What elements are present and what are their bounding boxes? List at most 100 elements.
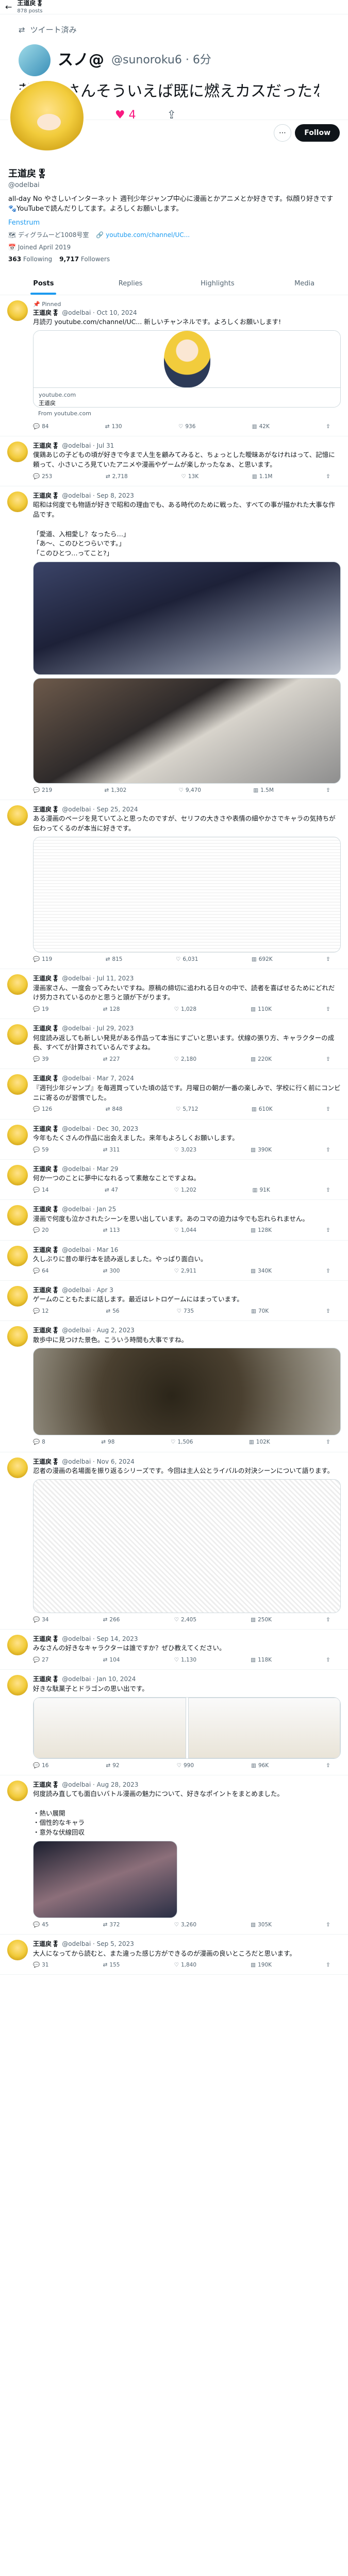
avatar[interactable] [7,1780,28,1801]
avatar[interactable] [7,1245,28,1266]
avatar[interactable] [7,1635,28,1656]
reply-button[interactable]: 💬 64 [33,1267,48,1275]
reply-button[interactable]: 💬 126 [33,1106,52,1113]
avatar[interactable] [7,1124,28,1145]
like-button[interactable]: ♡ 1,130 [174,1656,196,1664]
retweet-button[interactable]: ⇄ 848 [106,1106,123,1113]
profile-link[interactable]: Fenstrum [8,219,40,227]
share-button[interactable]: ⇪ [326,1762,330,1770]
tweet[interactable]: 王道戻🎖 @odelbai · Mar 16 久しぶりに昔の単行本を読み返しまし… [0,1241,348,1281]
share-button[interactable]: ⇪ [326,1921,330,1929]
reply-button[interactable]: 💬 59 [33,1146,48,1154]
avatar[interactable] [7,1457,28,1478]
views-button[interactable]: ▥ 91K [253,1187,270,1194]
tweet-image[interactable] [33,836,341,953]
reply-button[interactable]: 💬 253 [33,473,52,481]
share-button[interactable]: ⇪ [326,1267,330,1275]
tweet[interactable]: 王道戻🎖 @odelbai · Aug 2, 2023 散歩中に見つけた景色。こ… [0,1321,348,1452]
reply-button[interactable]: 💬 45 [33,1921,48,1929]
more-menu-icon[interactable]: ⋯ [274,124,291,142]
share-button[interactable]: ⇪ [326,1227,330,1234]
tweet[interactable]: 王道戻🎖 @odelbai · Apr 3 ゲームのこともたまに話します。最近は… [0,1281,348,1321]
views-button[interactable]: ▥ 128K [251,1227,272,1234]
avatar[interactable] [7,1940,28,1961]
embedded-avatar[interactable] [19,44,51,76]
tweet[interactable]: 王道戻🎖 @odelbai · Jan 25 漫画で何度も泣かされたシーンを思い… [0,1200,348,1241]
tweet-author[interactable]: 王道戻🎖 [33,1326,59,1335]
like-button[interactable]: ♡ 13K [181,473,198,481]
tweet-image[interactable] [33,561,341,675]
tweet-image[interactable] [33,1348,341,1436]
tweet-author[interactable]: 王道戻🎖 [33,974,59,983]
share-button[interactable]: ⇪ [326,423,330,431]
tweet[interactable]: 王道戻🎖 @odelbai · Sep 25, 2024 ある漫画のページを見て… [0,800,348,970]
profile-avatar[interactable] [8,79,86,156]
tweet-image[interactable] [188,1697,340,1758]
like-button[interactable]: ♡ 1,506 [171,1438,193,1446]
views-button[interactable]: ▥ 1.1M [252,473,273,481]
tweet[interactable]: 王道戻🎖 @odelbai · Jul 31 僕鶏あじの子どもの頃が好きで今まで… [0,436,348,486]
tweet-author[interactable]: 王道戻🎖 [33,805,59,814]
tweet-author[interactable]: 王道戻🎖 [33,309,59,317]
share-button[interactable]: ⇪ [326,1056,330,1063]
like-button[interactable]: ♡ 2,405 [174,1616,196,1624]
reply-button[interactable]: 💬 27 [33,1656,48,1664]
like-button[interactable]: ♡ 2,180 [174,1056,196,1063]
retweet-button[interactable]: ⇄ 227 [103,1056,120,1063]
like-button[interactable]: ♡ 5,712 [176,1106,198,1113]
reply-button[interactable]: 💬 119 [33,956,52,963]
reply-button[interactable]: 💬 19 [33,1006,48,1013]
views-button[interactable]: ▥ 96K [251,1762,269,1770]
profile-website[interactable]: 🔗 youtube.com/channel/UC... [96,231,190,240]
tweet-author[interactable]: 王道戻🎖 [33,1940,59,1948]
tab-posts[interactable]: Posts [0,273,87,295]
embedded-like[interactable]: ♥ 4 [115,107,136,120]
retweet-button[interactable]: ⇄ 113 [103,1227,120,1234]
tweet-author[interactable]: 王道戻🎖 [33,1074,59,1083]
tweet[interactable]: 王道戻🎖 @odelbai · Aug 28, 2023 何度読み直しても面白い… [0,1775,348,1935]
tweet[interactable]: 王道戻🎖 @odelbai · Dec 30, 2023 今年もたくさんの作品に… [0,1120,348,1160]
share-button[interactable]: ⇪ [326,1308,330,1315]
retweet-button[interactable]: ⇄ 815 [106,956,123,963]
reply-button[interactable]: 💬 39 [33,1056,48,1063]
like-button[interactable]: ♡ 6,031 [176,956,198,963]
retweet-button[interactable]: ⇄ 155 [103,1961,120,1969]
views-button[interactable]: ▥ 1.5M [253,787,274,794]
like-button[interactable]: ♡ 735 [177,1308,194,1315]
reply-button[interactable]: 💬 20 [33,1227,48,1234]
retweet-button[interactable]: ⇄ 128 [103,1006,120,1013]
retweet-button[interactable]: ⇄ 2,718 [106,473,128,481]
tweet-author[interactable]: 王道戻🎖 [33,442,59,450]
views-button[interactable]: ▥ 118K [251,1656,272,1664]
tab-replies[interactable]: Replies [87,273,174,295]
share-button[interactable]: ⇪ [326,1106,330,1113]
tweet-author[interactable]: 王道戻🎖 [33,1781,59,1789]
tweet[interactable]: 王道戻🎖 @odelbai · Jan 10, 2024 好きな駄菓子とドラゴン… [0,1670,348,1775]
avatar[interactable] [7,1326,28,1347]
retweet-button[interactable]: ⇄ 1,302 [104,787,126,794]
views-button[interactable]: ▥ 220K [251,1056,272,1063]
views-button[interactable]: ▥ 390K [251,1146,272,1154]
tweet-author[interactable]: 王道戻🎖 [33,1635,59,1643]
share-button[interactable]: ⇪ [326,1961,330,1969]
tweet-image[interactable] [33,677,341,784]
tweet-author[interactable]: 王道戻🎖 [33,1246,59,1255]
arrow-left-icon[interactable]: ← [5,1,12,13]
tweet-author[interactable]: 王道戻🎖 [33,492,59,500]
like-button[interactable]: ♡ 1,044 [174,1227,196,1234]
tweet[interactable]: 王道戻🎖 @odelbai · Mar 29 何か一つのことに夢中になれるって素… [0,1160,348,1200]
views-button[interactable]: ▥ 190K [251,1961,272,1969]
avatar[interactable] [7,805,28,826]
tweet[interactable]: 王道戻🎖 @odelbai · Sep 14, 2023 みなさんの好きなキャラ… [0,1630,348,1670]
retweet-button[interactable]: ⇄ 311 [103,1146,120,1154]
tweet-image[interactable] [34,1697,186,1758]
reply-button[interactable]: 💬 219 [33,787,52,794]
tab-media[interactable]: Media [261,273,348,295]
like-button[interactable]: ♡ 1,202 [174,1187,196,1194]
avatar[interactable] [7,441,28,462]
views-button[interactable]: ▥ 42K [252,423,270,431]
tab-highlights[interactable]: Highlights [174,273,261,295]
avatar[interactable] [7,1285,28,1307]
like-button[interactable]: ♡ 3,023 [174,1146,196,1154]
share-button[interactable]: ⇪ [326,1187,330,1194]
